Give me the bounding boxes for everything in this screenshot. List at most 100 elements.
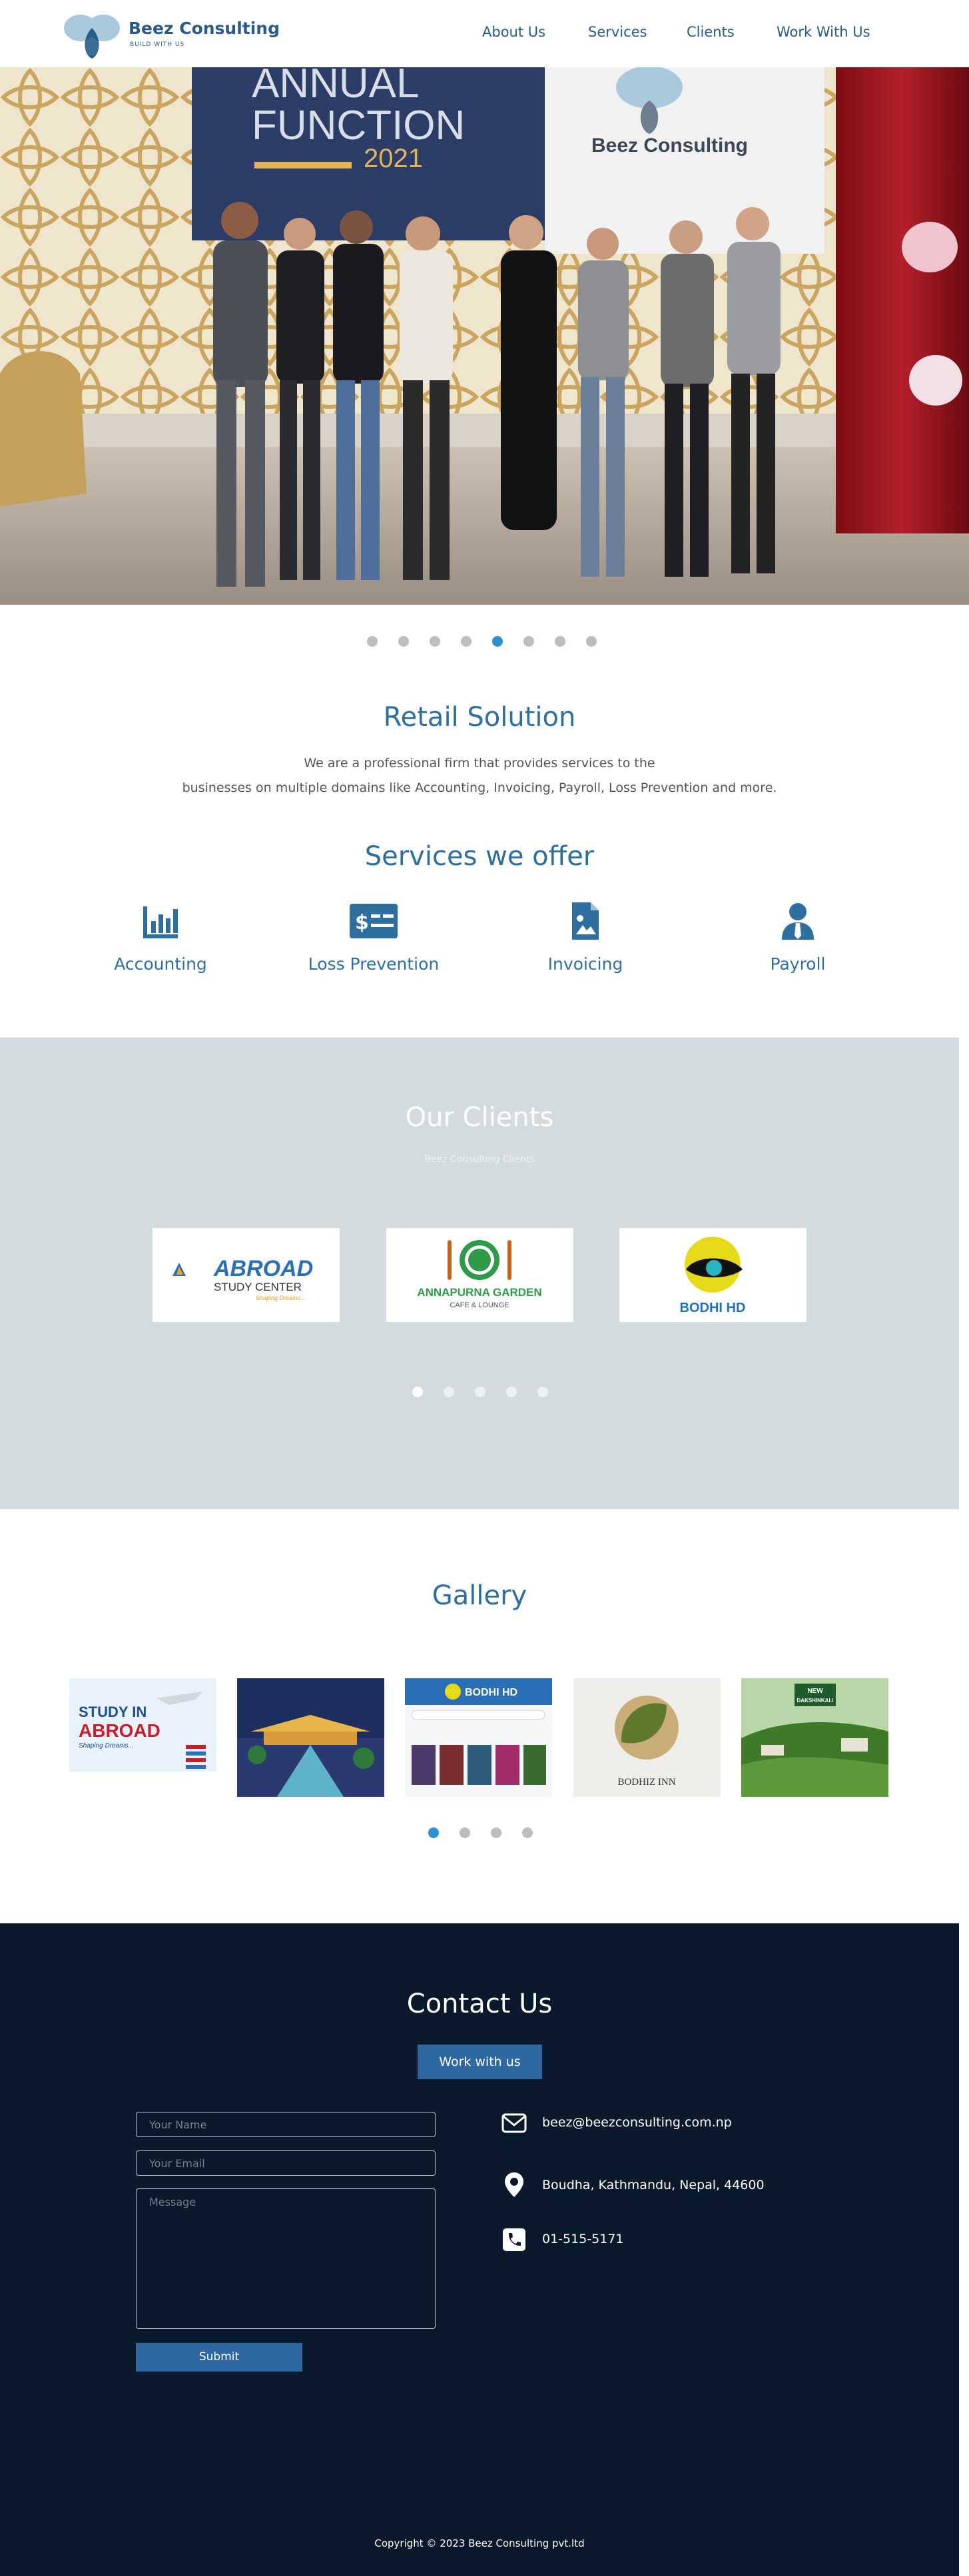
- brand-name: Beez Consulting: [129, 19, 280, 38]
- banner-brand: Beez Consulting: [591, 135, 748, 157]
- gallery-text-1: BODHIZ INN: [617, 1777, 675, 1787]
- retail-description-line2: businesses on multiple domains like Acco…: [182, 781, 777, 795]
- hero-dot-6[interactable]: [523, 636, 534, 647]
- retail-description-line1: We are a professional firm that provides…: [304, 756, 655, 771]
- money-card-icon: $: [350, 904, 398, 938]
- clients-slide-indicators: [412, 1387, 548, 1397]
- gallery-slide-indicators: [428, 1827, 533, 1838]
- gallery-title: Gallery: [432, 1580, 527, 1611]
- contact-phone[interactable]: 01-515-5171: [542, 2232, 624, 2246]
- gallery-image-3[interactable]: BODHI HD: [405, 1678, 552, 1797]
- gallery-study-abroad: STUDY IN ABROAD Shaping Dreams...: [69, 1678, 216, 1797]
- gallery-dot-2[interactable]: [460, 1827, 470, 1838]
- gallery-bodhi-app: BODHI HD: [405, 1678, 552, 1797]
- clients-dot-3[interactable]: [475, 1387, 485, 1397]
- client-logo-text-1: ANNAPURNA GARDEN: [417, 1286, 541, 1299]
- clients-dot-2[interactable]: [444, 1387, 454, 1397]
- hero-dot-4[interactable]: [461, 636, 472, 647]
- nav-work-with-us[interactable]: Work With Us: [777, 24, 870, 40]
- gallery-dot-3[interactable]: [491, 1827, 501, 1838]
- nav-services[interactable]: Services: [588, 24, 647, 40]
- map-pin-icon: [505, 2172, 523, 2197]
- gallery-image-1[interactable]: STUDY IN ABROAD Shaping Dreams...: [69, 1678, 216, 1797]
- gallery-text-1: NEW: [807, 1688, 823, 1695]
- contact-section: Contact Us Work with us Submit beez@beez…: [0, 1923, 959, 2576]
- gallery-text-1: STUDY IN: [79, 1704, 147, 1720]
- gallery-image-5[interactable]: NEW DAKSHINKALI: [741, 1678, 888, 1797]
- service-loss-prevention[interactable]: $ Loss Prevention: [294, 902, 454, 974]
- submit-button[interactable]: Submit: [136, 2343, 302, 2372]
- gallery-text-2: ABROAD: [79, 1720, 161, 1741]
- abroad-logo: ABROAD STUDY CENTER Shaping Dreams...: [172, 1256, 313, 1301]
- phone-icon: [503, 2228, 525, 2251]
- gallery-dot-1[interactable]: [428, 1827, 439, 1838]
- hero-slide-indicators: [367, 636, 597, 647]
- gallery-image-2[interactable]: [237, 1678, 384, 1797]
- clients-dot-1[interactable]: [412, 1387, 423, 1397]
- services-title: Services we offer: [364, 841, 595, 872]
- client-logo-text-1: BODHI HD: [680, 1301, 746, 1315]
- client-logo-text-3: Shaping Dreams...: [256, 1295, 306, 1301]
- client-abroad-study-center[interactable]: ABROAD STUDY CENTER Shaping Dreams...: [153, 1228, 340, 1322]
- gallery-text-1: BODHI HD: [465, 1687, 517, 1698]
- banner-year: 2021: [364, 144, 423, 173]
- contact-title: Contact Us: [406, 1989, 553, 2019]
- gallery-dot-4[interactable]: [522, 1827, 533, 1838]
- bee-logo-icon: [64, 15, 120, 59]
- brand-tagline: BUILD WITH US: [130, 41, 185, 48]
- invoice-document-icon: [572, 902, 599, 940]
- email-input[interactable]: [136, 2150, 436, 2176]
- service-label: Invoicing: [547, 954, 623, 974]
- service-accounting[interactable]: Accounting: [81, 902, 240, 974]
- annapurna-logo-icon: [448, 1240, 511, 1280]
- clients-dot-5[interactable]: [537, 1387, 548, 1397]
- bar-chart-icon: [143, 906, 178, 938]
- client-annapurna-garden[interactable]: ANNAPURNA GARDEN CAFE & LOUNGE: [386, 1228, 573, 1322]
- banner-title-line1: ANNUAL: [252, 67, 420, 107]
- hero-dot-7[interactable]: [555, 636, 565, 647]
- client-logo-text-2: STUDY CENTER: [214, 1281, 302, 1293]
- envelope-icon: [501, 2113, 527, 2133]
- gallery-image-4[interactable]: BODHIZ INN: [573, 1678, 721, 1797]
- gallery-dakshinkali: NEW DAKSHINKALI: [741, 1678, 888, 1797]
- bodhi-logo: BODHI HD: [680, 1237, 746, 1315]
- hero-dot-8[interactable]: [586, 636, 597, 647]
- hero-photo: ANNUAL FUNCTION 2021 Beez Consulting: [0, 67, 969, 605]
- abroad-logo-icon: [172, 1263, 186, 1276]
- nav-clients[interactable]: Clients: [687, 24, 735, 40]
- contact-address: Boudha, Kathmandu, Nepal, 44600: [542, 2178, 765, 2192]
- contact-email[interactable]: beez@beezconsulting.com.np: [542, 2115, 732, 2130]
- message-textarea[interactable]: [136, 2188, 436, 2329]
- client-logo-text-1: ABROAD: [213, 1256, 313, 1281]
- service-label: Loss Prevention: [308, 954, 440, 974]
- svg-text:$: $: [355, 911, 369, 934]
- gallery-text-2: DAKSHINKALI: [797, 1698, 833, 1704]
- name-input[interactable]: [136, 2112, 436, 2137]
- brand-logo[interactable]: Beez Consulting BUILD WITH US: [63, 7, 283, 60]
- clients-subtitle: Beez Consulting Clients: [424, 1154, 535, 1165]
- retail-title: Retail Solution: [383, 702, 576, 733]
- gallery-bodhiz-inn: BODHIZ INN: [573, 1678, 721, 1797]
- hero-dot-5[interactable]: [492, 636, 503, 647]
- service-payroll[interactable]: Payroll: [718, 902, 878, 974]
- clients-dot-4[interactable]: [506, 1387, 517, 1397]
- hero-dot-3[interactable]: [430, 636, 440, 647]
- copyright-text: Copyright © 2023 Beez Consulting pvt.ltd: [374, 2537, 585, 2549]
- gallery-text-3: Shaping Dreams...: [79, 1742, 134, 1750]
- banner-title-line2: FUNCTION: [252, 103, 465, 149]
- gallery-resort-night: [237, 1678, 384, 1797]
- site-header: Beez Consulting BUILD WITH US About Us S…: [0, 0, 959, 67]
- service-label: Payroll: [770, 954, 826, 974]
- service-invoicing[interactable]: Invoicing: [505, 902, 665, 974]
- work-with-us-button[interactable]: Work with us: [418, 2045, 542, 2079]
- clients-section: Our Clients Beez Consulting Clients ABRO…: [0, 1038, 959, 1509]
- hero-dot-2[interactable]: [398, 636, 409, 647]
- client-bodhi-hd[interactable]: BODHI HD: [619, 1228, 807, 1322]
- nav-about-us[interactable]: About Us: [482, 24, 545, 40]
- hero-slider[interactable]: ANNUAL FUNCTION 2021 Beez Consulting: [0, 67, 969, 605]
- hero-dot-1[interactable]: [367, 636, 378, 647]
- annapurna-logo: ANNAPURNA GARDEN CAFE & LOUNGE: [417, 1240, 542, 1309]
- eye-logo-icon: [685, 1237, 743, 1293]
- person-tie-icon: [782, 903, 814, 940]
- clients-title: Our Clients: [405, 1102, 554, 1133]
